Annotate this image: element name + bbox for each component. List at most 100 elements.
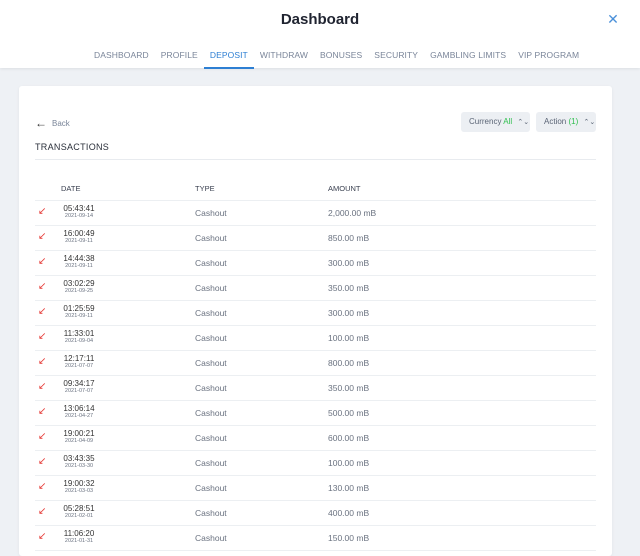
row-type: Cashout [195, 383, 227, 393]
row-type: Cashout [195, 258, 227, 268]
row-time: 19:00:32 [63, 479, 95, 488]
column-header-amount: AMOUNT [328, 184, 361, 193]
column-header-type: TYPE [195, 184, 215, 193]
row-amount: 500.00 mB [328, 408, 370, 418]
table-row[interactable]: ↙ 16:00:49 2021-09-11 Cashout 850.00 mB [35, 226, 596, 251]
action-filter-value: (1) [568, 117, 579, 126]
row-type: Cashout [195, 358, 227, 368]
row-type: Cashout [195, 208, 227, 218]
table-row[interactable]: ↙ 14:44:38 2021-09-11 Cashout 300.00 mB [35, 251, 596, 276]
row-type: Cashout [195, 233, 227, 243]
outgoing-arrow-icon: ↙ [38, 456, 47, 467]
outgoing-arrow-icon: ↙ [38, 381, 47, 392]
top-bar: Dashboard ✕ DASHBOARD PROFILE DEPOSIT WITHD… [0, 0, 640, 69]
table-row[interactable]: ↙ 03:43:35 2021-03-30 Cashout 100.00 mB [35, 451, 596, 476]
tab-deposit[interactable]: DEPOSIT [203, 48, 254, 69]
row-type: Cashout [195, 333, 227, 343]
row-time: 05:28:51 [63, 504, 95, 513]
tab-dashboard[interactable]: DASHBOARD [88, 48, 155, 67]
row-amount: 2,000.00 mB [328, 208, 377, 218]
table-row[interactable]: ↙ 19:00:21 2021-04-09 Cashout 600.00 mB [35, 426, 596, 451]
chevron-updown-icon: ⌃⌄ [517, 119, 530, 126]
row-time: 16:00:49 [63, 229, 95, 238]
table-row[interactable]: ↙ 13:06:14 2021-04-27 Cashout 500.00 mB [35, 401, 596, 426]
row-amount: 600.00 mB [328, 433, 370, 443]
back-button[interactable]: ← Back [35, 116, 70, 130]
divider [35, 159, 596, 160]
row-amount: 300.00 mB [328, 258, 370, 268]
row-date: 2021-09-11 [65, 263, 93, 269]
outgoing-arrow-icon: ↙ [38, 506, 47, 517]
tab-withdraw[interactable]: WITHDRAW [254, 48, 314, 67]
outgoing-arrow-icon: ↙ [38, 331, 47, 342]
tab-profile[interactable]: PROFILE [155, 48, 204, 67]
row-amount: 400.00 mB [328, 508, 370, 518]
row-date: 2021-07-07 [64, 363, 94, 369]
action-filter-button[interactable]: Action (1) ⌃⌄ [536, 112, 596, 132]
currency-filter-button[interactable]: Currency All ⌃⌄ [461, 112, 530, 132]
row-date: 2021-09-11 [65, 313, 93, 319]
row-type: Cashout [195, 458, 227, 468]
outgoing-arrow-icon: ↙ [38, 356, 47, 367]
table-header: DATE TYPE AMOUNT [35, 180, 596, 201]
tab-security[interactable]: SECURITY [368, 48, 424, 67]
close-icon[interactable]: ✕ [606, 11, 620, 27]
table-row[interactable]: ↙ 09:34:17 2021-07-07 Cashout 350.00 mB [35, 376, 596, 401]
row-date: 2021-09-25 [64, 288, 94, 294]
row-amount: 800.00 mB [328, 358, 370, 368]
row-amount: 350.00 mB [328, 283, 370, 293]
table-row[interactable]: ↙ 03:02:29 2021-09-25 Cashout 350.00 mB [35, 276, 596, 301]
outgoing-arrow-icon: ↙ [38, 206, 47, 217]
outgoing-arrow-icon: ↙ [38, 281, 47, 292]
row-amount: 130.00 mB [328, 483, 370, 493]
row-type: Cashout [195, 433, 227, 443]
row-date: 2021-07-07 [64, 388, 94, 394]
row-time: 11:33:01 [63, 329, 95, 338]
row-type: Cashout [195, 408, 227, 418]
row-date: 2021-03-03 [64, 488, 94, 494]
outgoing-arrow-icon: ↙ [38, 481, 47, 492]
row-time: 19:00:21 [63, 429, 95, 438]
page-title: Dashboard [280, 11, 360, 28]
outgoing-arrow-icon: ↙ [38, 231, 47, 242]
row-time: 03:02:29 [63, 279, 95, 288]
transactions-table-body: ↙ 05:43:41 2021-09-14 Cashout 2,000.00 mB ↙ 16… [35, 201, 596, 551]
row-time: 11:06:20 [63, 529, 95, 538]
row-time: 14:44:38 [63, 254, 95, 263]
row-date: 2021-09-11 [65, 238, 93, 244]
table-row[interactable]: ↙ 19:00:32 2021-03-03 Cashout 130.00 mB [35, 476, 596, 501]
table-row[interactable]: ↙ 12:17:11 2021-07-07 Cashout 800.00 mB [35, 351, 596, 376]
row-time: 01:25:59 [63, 304, 95, 313]
row-time: 13:06:14 [63, 404, 95, 413]
row-amount: 100.00 mB [328, 333, 370, 343]
row-date: 2021-02-01 [64, 513, 94, 519]
action-filter-label: Action [544, 117, 567, 126]
row-type: Cashout [195, 508, 227, 518]
table-row[interactable]: ↙ 11:33:01 2021-09-04 Cashout 100.00 mB [35, 326, 596, 351]
currency-filter-value: All [503, 117, 513, 126]
tab-gambling-limits[interactable]: GAMBLING LIMITS [424, 48, 512, 67]
row-type: Cashout [195, 308, 227, 318]
arrow-left-icon: ← [35, 116, 47, 130]
table-row[interactable]: ↙ 11:06:20 2021-01-31 Cashout 150.00 mB [35, 526, 596, 551]
tab-vip-program[interactable]: VIP PROGRAM [512, 48, 585, 67]
outgoing-arrow-icon: ↙ [38, 256, 47, 267]
column-header-date: DATE [61, 184, 81, 193]
chevron-updown-icon: ⌃⌄ [583, 119, 596, 126]
row-time: 09:34:17 [63, 379, 95, 388]
outgoing-arrow-icon: ↙ [38, 531, 47, 542]
currency-filter-label: Currency [469, 117, 502, 126]
table-row[interactable]: ↙ 05:43:41 2021-09-14 Cashout 2,000.00 mB [35, 201, 596, 226]
row-time: 05:43:41 [63, 204, 95, 213]
row-date: 2021-04-09 [64, 438, 94, 444]
row-amount: 100.00 mB [328, 458, 370, 468]
row-time: 12:17:11 [63, 354, 95, 363]
table-row[interactable]: ↙ 01:25:59 2021-09-11 Cashout 300.00 mB [35, 301, 596, 326]
row-time: 03:43:35 [63, 454, 95, 463]
tab-bonuses[interactable]: BONUSES [314, 48, 368, 67]
outgoing-arrow-icon: ↙ [38, 431, 47, 442]
row-date: 2021-03-30 [64, 463, 94, 469]
row-amount: 300.00 mB [328, 308, 370, 318]
row-type: Cashout [195, 483, 227, 493]
table-row[interactable]: ↙ 05:28:51 2021-02-01 Cashout 400.00 mB [35, 501, 596, 526]
